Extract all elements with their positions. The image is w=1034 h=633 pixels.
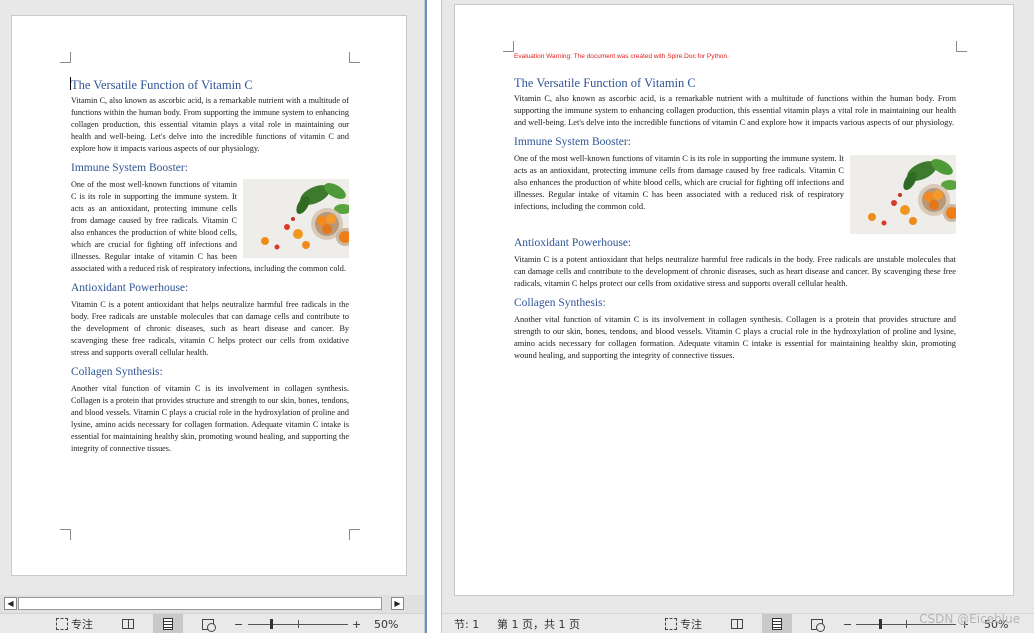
focus-label: 专注 — [680, 618, 702, 631]
print-layout-icon — [772, 618, 782, 630]
web-layout-button[interactable] — [806, 616, 828, 632]
text-cursor — [70, 77, 71, 90]
zoom-slider-thumb[interactable] — [879, 619, 882, 629]
document-body-right[interactable]: Evaluation Warning: The document was cre… — [514, 53, 956, 362]
scroll-left-icon[interactable]: ◀ — [4, 597, 17, 610]
horizontal-scrollbar[interactable]: ◀ ▶ — [0, 595, 424, 613]
document-page-left[interactable]: The Versatile Function of Vitamin C Vita… — [11, 15, 407, 576]
crop-mark — [60, 529, 71, 540]
web-layout-button[interactable] — [197, 616, 219, 632]
print-layout-icon — [163, 618, 173, 630]
intro-paragraph: Vitamin C, also known as ascorbic acid, … — [71, 96, 349, 153]
document-body[interactable]: The Versatile Function of Vitamin C Vita… — [70, 75, 349, 455]
focus-mode-button[interactable]: 专注 — [56, 617, 93, 632]
web-layout-icon — [811, 618, 825, 632]
focus-mode-icon — [56, 618, 68, 630]
section-indicator[interactable]: 节: 1 — [454, 617, 479, 632]
heading-antioxidant: Antioxidant Powerhouse: — [71, 282, 189, 294]
crop-mark — [349, 529, 360, 540]
collagen-paragraph: Another vital function of vitamin C is i… — [71, 384, 349, 453]
print-layout-button[interactable] — [762, 614, 792, 633]
heading-collagen: Collagen Synthesis: — [71, 366, 163, 378]
heading-immune: Immune System Booster: — [71, 162, 188, 174]
zoom-in-button[interactable]: + — [352, 617, 361, 632]
crop-mark — [956, 41, 967, 52]
zoom-center-tick — [298, 620, 299, 628]
focus-mode-button[interactable]: 专注 — [665, 617, 702, 632]
fruit-image[interactable] — [850, 155, 956, 234]
heading-collagen: Collagen Synthesis: — [514, 297, 606, 309]
read-mode-button[interactable] — [726, 616, 748, 632]
page-indicator[interactable]: 第 1 页，共 1 页 — [497, 617, 580, 632]
zoom-out-button[interactable]: − — [234, 617, 243, 632]
doc-title: The Versatile Function of Vitamin C — [71, 78, 253, 92]
fruit-image[interactable] — [243, 179, 349, 258]
focus-label: 专注 — [71, 618, 93, 631]
collagen-paragraph: Another vital function of vitamin C is i… — [514, 315, 956, 360]
zoom-center-tick — [906, 620, 907, 628]
intro-paragraph: Vitamin C, also known as ascorbic acid, … — [514, 94, 956, 127]
crop-mark — [60, 52, 71, 63]
zoom-out-button[interactable]: − — [843, 617, 852, 632]
zoom-slider-thumb[interactable] — [270, 619, 273, 629]
pane-divider — [425, 0, 441, 633]
heading-antioxidant: Antioxidant Powerhouse: — [514, 237, 632, 249]
read-mode-icon — [122, 619, 134, 629]
csdn-watermark: CSDN @Eiceblue — [919, 612, 1020, 626]
read-mode-icon — [731, 619, 743, 629]
fruit-photo-graphic — [243, 179, 349, 258]
scroll-track[interactable] — [18, 597, 382, 610]
fruit-photo-graphic — [850, 155, 956, 234]
document-page-right[interactable]: Evaluation Warning: The document was cre… — [454, 4, 1014, 596]
web-layout-icon — [202, 618, 216, 632]
antioxidant-paragraph: Vitamin C is a potent antioxidant that h… — [514, 255, 956, 288]
print-layout-button[interactable] — [153, 614, 183, 633]
evaluation-warning: Evaluation Warning: The document was cre… — [514, 53, 729, 60]
heading-immune: Immune System Booster: — [514, 136, 631, 148]
right-document-pane: Evaluation Warning: The document was cre… — [441, 0, 1034, 633]
crop-mark — [503, 41, 514, 52]
status-bar-left: 专注 − + 50% — [0, 613, 424, 633]
doc-title: The Versatile Function of Vitamin C — [514, 76, 696, 90]
antioxidant-paragraph: Vitamin C is a potent antioxidant that h… — [71, 300, 349, 357]
zoom-level[interactable]: 50% — [374, 617, 398, 632]
focus-mode-icon — [665, 618, 677, 630]
left-document-pane: The Versatile Function of Vitamin C Vita… — [0, 0, 425, 633]
scroll-right-icon[interactable]: ▶ — [391, 597, 404, 610]
crop-mark — [349, 52, 360, 63]
read-mode-button[interactable] — [117, 616, 139, 632]
pane-divider-line[interactable] — [425, 0, 427, 633]
